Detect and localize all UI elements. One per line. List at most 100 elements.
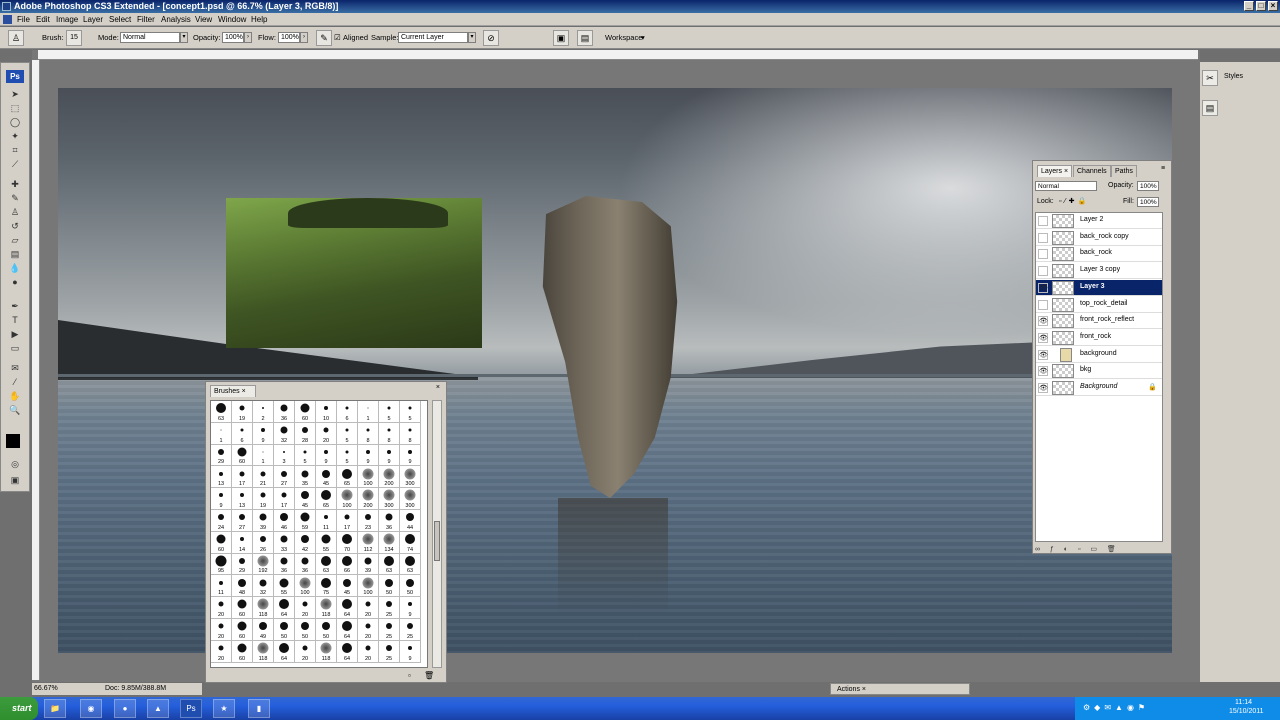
brush-preset[interactable]: 64 [274,597,295,619]
styles-icon[interactable]: ✂ [1202,70,1218,86]
brush-preset[interactable]: 55 [316,531,337,554]
brush-preset[interactable]: 36 [379,509,400,532]
close-button[interactable]: × [1268,1,1278,11]
eraser-tool-icon[interactable]: ▱ [9,234,21,246]
layer-opacity-input[interactable]: 100% [1137,181,1159,191]
brush-preset[interactable]: 8 [358,422,379,445]
magic-wand-tool-icon[interactable]: ✦ [9,130,21,142]
brush-preset[interactable]: 46 [274,509,295,532]
marquee-tool-icon[interactable]: ⬚ [9,102,21,114]
start-button[interactable]: start [0,697,38,720]
brush-preset[interactable]: 32 [274,422,295,445]
menu-analysis[interactable]: Analysis [161,14,191,25]
tab-brushes[interactable]: Brushes × [210,385,256,397]
brush-preset[interactable]: 100 [358,466,379,489]
brush-preset[interactable]: 118 [253,640,274,663]
visibility-eye-icon[interactable]: 👁 [1038,332,1048,343]
blur-tool-icon[interactable]: 💧 [9,262,21,274]
brush-preset[interactable]: 19 [253,488,274,510]
brush-preset[interactable]: 17 [337,509,358,532]
brush-preset[interactable]: 5 [400,401,421,423]
brush-preset[interactable]: 64 [337,640,358,663]
brush-preset[interactable]: 9 [358,444,379,467]
foreground-color-swatch[interactable] [6,434,20,448]
path-select-icon[interactable]: ▶ [9,328,21,340]
panel-close-icon[interactable]: × [436,384,440,391]
brush-preset[interactable]: 200 [358,488,379,510]
visibility-eye-icon[interactable] [1038,299,1048,310]
maximize-button[interactable]: □ [1256,1,1266,11]
clock-time[interactable]: 11:14 [1235,699,1252,706]
brush-preset[interactable]: 64 [337,597,358,619]
brush-preset[interactable]: 8 [400,422,421,445]
move-tool-icon[interactable]: ➤ [9,88,21,100]
brush-preset[interactable]: 64 [337,618,358,641]
airbrush-icon[interactable]: ✎ [316,30,332,46]
brush-preset[interactable]: 36 [274,553,295,576]
brush-preset[interactable]: 20 [211,597,232,619]
brush-preset[interactable]: 118 [316,597,337,619]
zoom-tool-icon[interactable]: 🔍 [9,404,21,416]
lock-icons[interactable]: ▫⁄✚🔒 [1059,197,1089,205]
brush-preset[interactable]: 27 [232,509,253,532]
brush-preset[interactable]: 20 [358,597,379,619]
brush-preset[interactable]: 9 [400,640,421,663]
brush-preset[interactable]: 65 [316,488,337,510]
document-size[interactable]: Doc: 9.85M/388.8M [105,683,166,695]
brush-preset[interactable]: 50 [274,618,295,641]
brush-preset[interactable]: 100 [337,488,358,510]
brush-preset[interactable]: 9 [253,422,274,445]
menu-filter[interactable]: Filter [137,14,155,25]
notes-tool-icon[interactable]: ✉ [9,362,21,374]
brush-preset[interactable]: 8 [379,422,400,445]
brush-preset[interactable]: 200 [379,466,400,489]
dodge-tool-icon[interactable]: ● [9,276,21,288]
brush-preset[interactable]: 25 [379,618,400,641]
brush-preset[interactable]: 9 [211,488,232,510]
brush-preset[interactable]: 50 [379,575,400,598]
brush-preset[interactable]: 134 [379,531,400,554]
mode-select[interactable]: Normal [120,32,180,43]
file-browser-icon[interactable]: ▤ [577,30,593,46]
visibility-eye-icon[interactable]: 👁 [1038,282,1048,293]
app-icon-5[interactable]: ▮ [248,699,270,718]
brush-preset[interactable]: 60 [232,444,253,467]
brush-preset[interactable]: 10 [316,401,337,423]
brush-preset[interactable]: 44 [400,509,421,532]
actions-panel[interactable]: Actions × [830,683,970,695]
brush-preset[interactable]: 21 [253,466,274,489]
photoshop-taskbar-icon[interactable]: Ps [180,699,202,718]
layer-row[interactable]: Layer 3 copy [1036,263,1162,280]
brush-preset[interactable]: 192 [253,553,274,576]
brush-preset[interactable]: 29 [211,444,232,467]
layer-row[interactable]: back_rock [1036,246,1162,263]
brush-preset[interactable]: 9 [400,444,421,467]
brush-preset[interactable]: 9 [400,597,421,619]
sample-dropdown-icon[interactable]: ▾ [468,32,476,43]
layer-row[interactable]: 👁 front_rock_reflect [1036,313,1162,330]
brush-preset[interactable]: 100 [295,575,316,598]
new-brush-icon[interactable]: ▫ [408,671,411,680]
brush-preset[interactable]: 39 [253,509,274,532]
brush-scrollbar[interactable] [432,400,442,668]
brush-preset[interactable]: 300 [400,466,421,489]
clone-stamp-tool-icon[interactable]: ♙ [8,30,24,46]
brush-preset[interactable]: 5 [337,422,358,445]
hand-tool-icon[interactable]: ✋ [9,390,21,402]
layer-row[interactable]: 👁 background [1036,347,1162,363]
menu-layer[interactable]: Layer [83,14,103,25]
eyedropper-tool-icon[interactable]: ⁄ [9,376,21,388]
app-icon-4[interactable]: ★ [213,699,235,718]
app-icon-2[interactable]: ● [114,699,136,718]
brush-preset[interactable]: 25 [400,618,421,641]
tab-layers[interactable]: Layers × [1037,165,1073,177]
brush-preset[interactable]: 112 [358,531,379,554]
brush-preset[interactable]: 25 [379,640,400,663]
crop-tool-icon[interactable]: ⌗ [9,144,21,156]
brush-preset[interactable]: 20 [211,618,232,641]
pen-tool-icon[interactable]: ✒ [9,300,21,312]
panel-menu-icon[interactable]: ≡ [1161,165,1165,172]
brush-preset[interactable]: 75 [316,575,337,598]
brush-preset[interactable]: 45 [295,488,316,510]
brush-preset[interactable]: 1 [211,422,232,445]
